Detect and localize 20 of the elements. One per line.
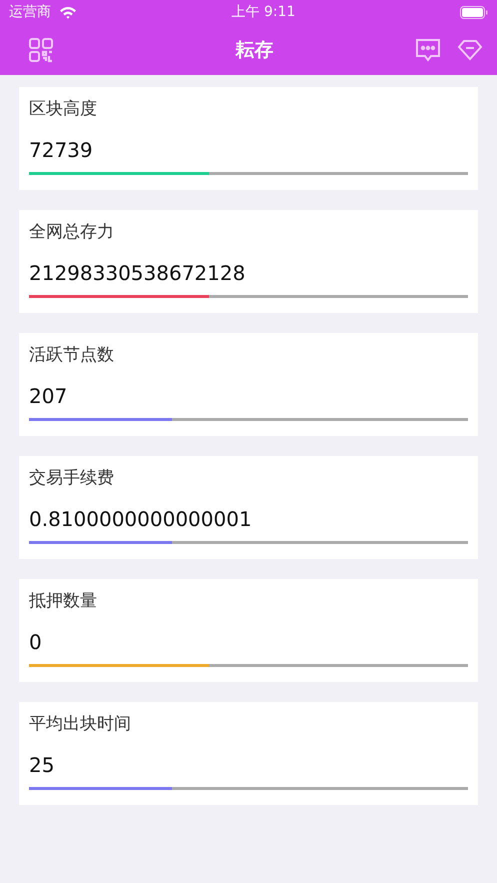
chat-icon[interactable] (415, 37, 441, 63)
stat-value: 0.8100000000000001 (29, 506, 253, 532)
stat-value: 21298330538672128 (29, 260, 246, 286)
stat-label: 平均出块时间 (29, 713, 132, 736)
stat-value: 72739 (29, 137, 94, 163)
stat-value: 0 (29, 629, 43, 655)
carrier-text: 运营商 (9, 3, 51, 22)
stat-value: 207 (29, 383, 68, 409)
battery-icon (460, 6, 488, 19)
diamond-icon[interactable] (457, 38, 483, 62)
stat-value: 25 (29, 752, 56, 778)
clock-text: 上午 9:11 (232, 4, 296, 20)
wifi-icon (59, 6, 77, 19)
qr-scan-icon[interactable] (28, 37, 54, 63)
stat-label: 活跃节点数 (29, 344, 115, 367)
stat-label: 区块高度 (29, 98, 98, 121)
stat-label: 交易手续费 (29, 467, 115, 490)
stat-label: 全网总存力 (29, 221, 115, 244)
page-title: 耘存 (236, 38, 274, 61)
stat-label: 抵押数量 (29, 590, 98, 613)
